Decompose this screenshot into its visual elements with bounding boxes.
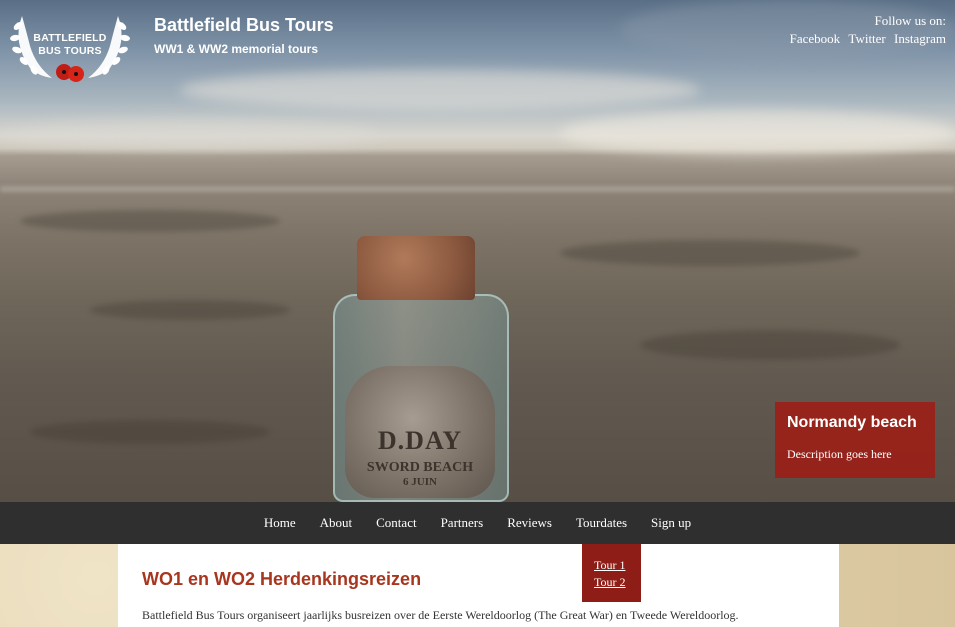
follow-label: Follow us on:	[874, 13, 946, 28]
poppy-icon	[56, 64, 84, 82]
tourdates-dropdown: Tour 1 Tour 2	[582, 544, 641, 602]
medal-text-dday: D.DAY	[377, 426, 463, 455]
dropdown-item-tour-2[interactable]: Tour 2	[594, 574, 641, 591]
cork	[357, 236, 475, 300]
page-heading: WO1 en WO2 Herdenkingsreizen	[142, 569, 422, 589]
logo-text: BATTLEFIELD BUS TOURS	[26, 32, 114, 58]
nav-item-signup[interactable]: Sign up	[651, 515, 691, 531]
logo-text-line2: BUS TOURS	[38, 45, 102, 57]
content-panel: WO1 en WO2 Herdenkingsreizen Battlefield…	[118, 544, 839, 627]
site-subtitle: WW1 & WW2 memorial tours	[154, 42, 319, 56]
site-title[interactable]: Battlefield Bus Tours	[154, 15, 334, 36]
social-links: Follow us on: Facebook Twitter Instagram	[785, 12, 946, 48]
site-logo[interactable]: BATTLEFIELD BUS TOURS	[8, 6, 132, 86]
nav-item-contact[interactable]: Contact	[376, 515, 416, 531]
caption-description: Description goes here	[787, 447, 892, 461]
medal-text-sword-beach: SWORD BEACH	[366, 460, 474, 475]
nav-item-home[interactable]: Home	[264, 515, 296, 531]
slide-caption: Normandy beach Description goes here	[775, 402, 935, 478]
nav-item-tourdates[interactable]: Tourdates	[576, 515, 627, 531]
instagram-link[interactable]: Instagram	[894, 31, 946, 46]
facebook-link[interactable]: Facebook	[790, 31, 841, 46]
twitter-link[interactable]: Twitter	[848, 31, 885, 46]
caption-title: Normandy beach	[787, 414, 917, 431]
nav-item-partners[interactable]: Partners	[441, 515, 484, 531]
dday-medal: D.DAY SWORD BEACH 6 JUIN	[345, 366, 495, 498]
jar-image: D.DAY SWORD BEACH 6 JUIN	[333, 236, 509, 502]
nav-item-reviews[interactable]: Reviews	[507, 515, 552, 531]
main-nav: Home About Contact Partners Reviews Tour…	[0, 502, 955, 544]
intro-text: Battlefield Bus Tours organiseert jaarli…	[142, 608, 739, 622]
nav-item-about[interactable]: About	[320, 515, 353, 531]
dropdown-item-tour-1[interactable]: Tour 1	[594, 557, 641, 574]
logo-text-line1: BATTLEFIELD	[33, 32, 107, 44]
medal-text-date: 6 JUIN	[403, 476, 437, 488]
